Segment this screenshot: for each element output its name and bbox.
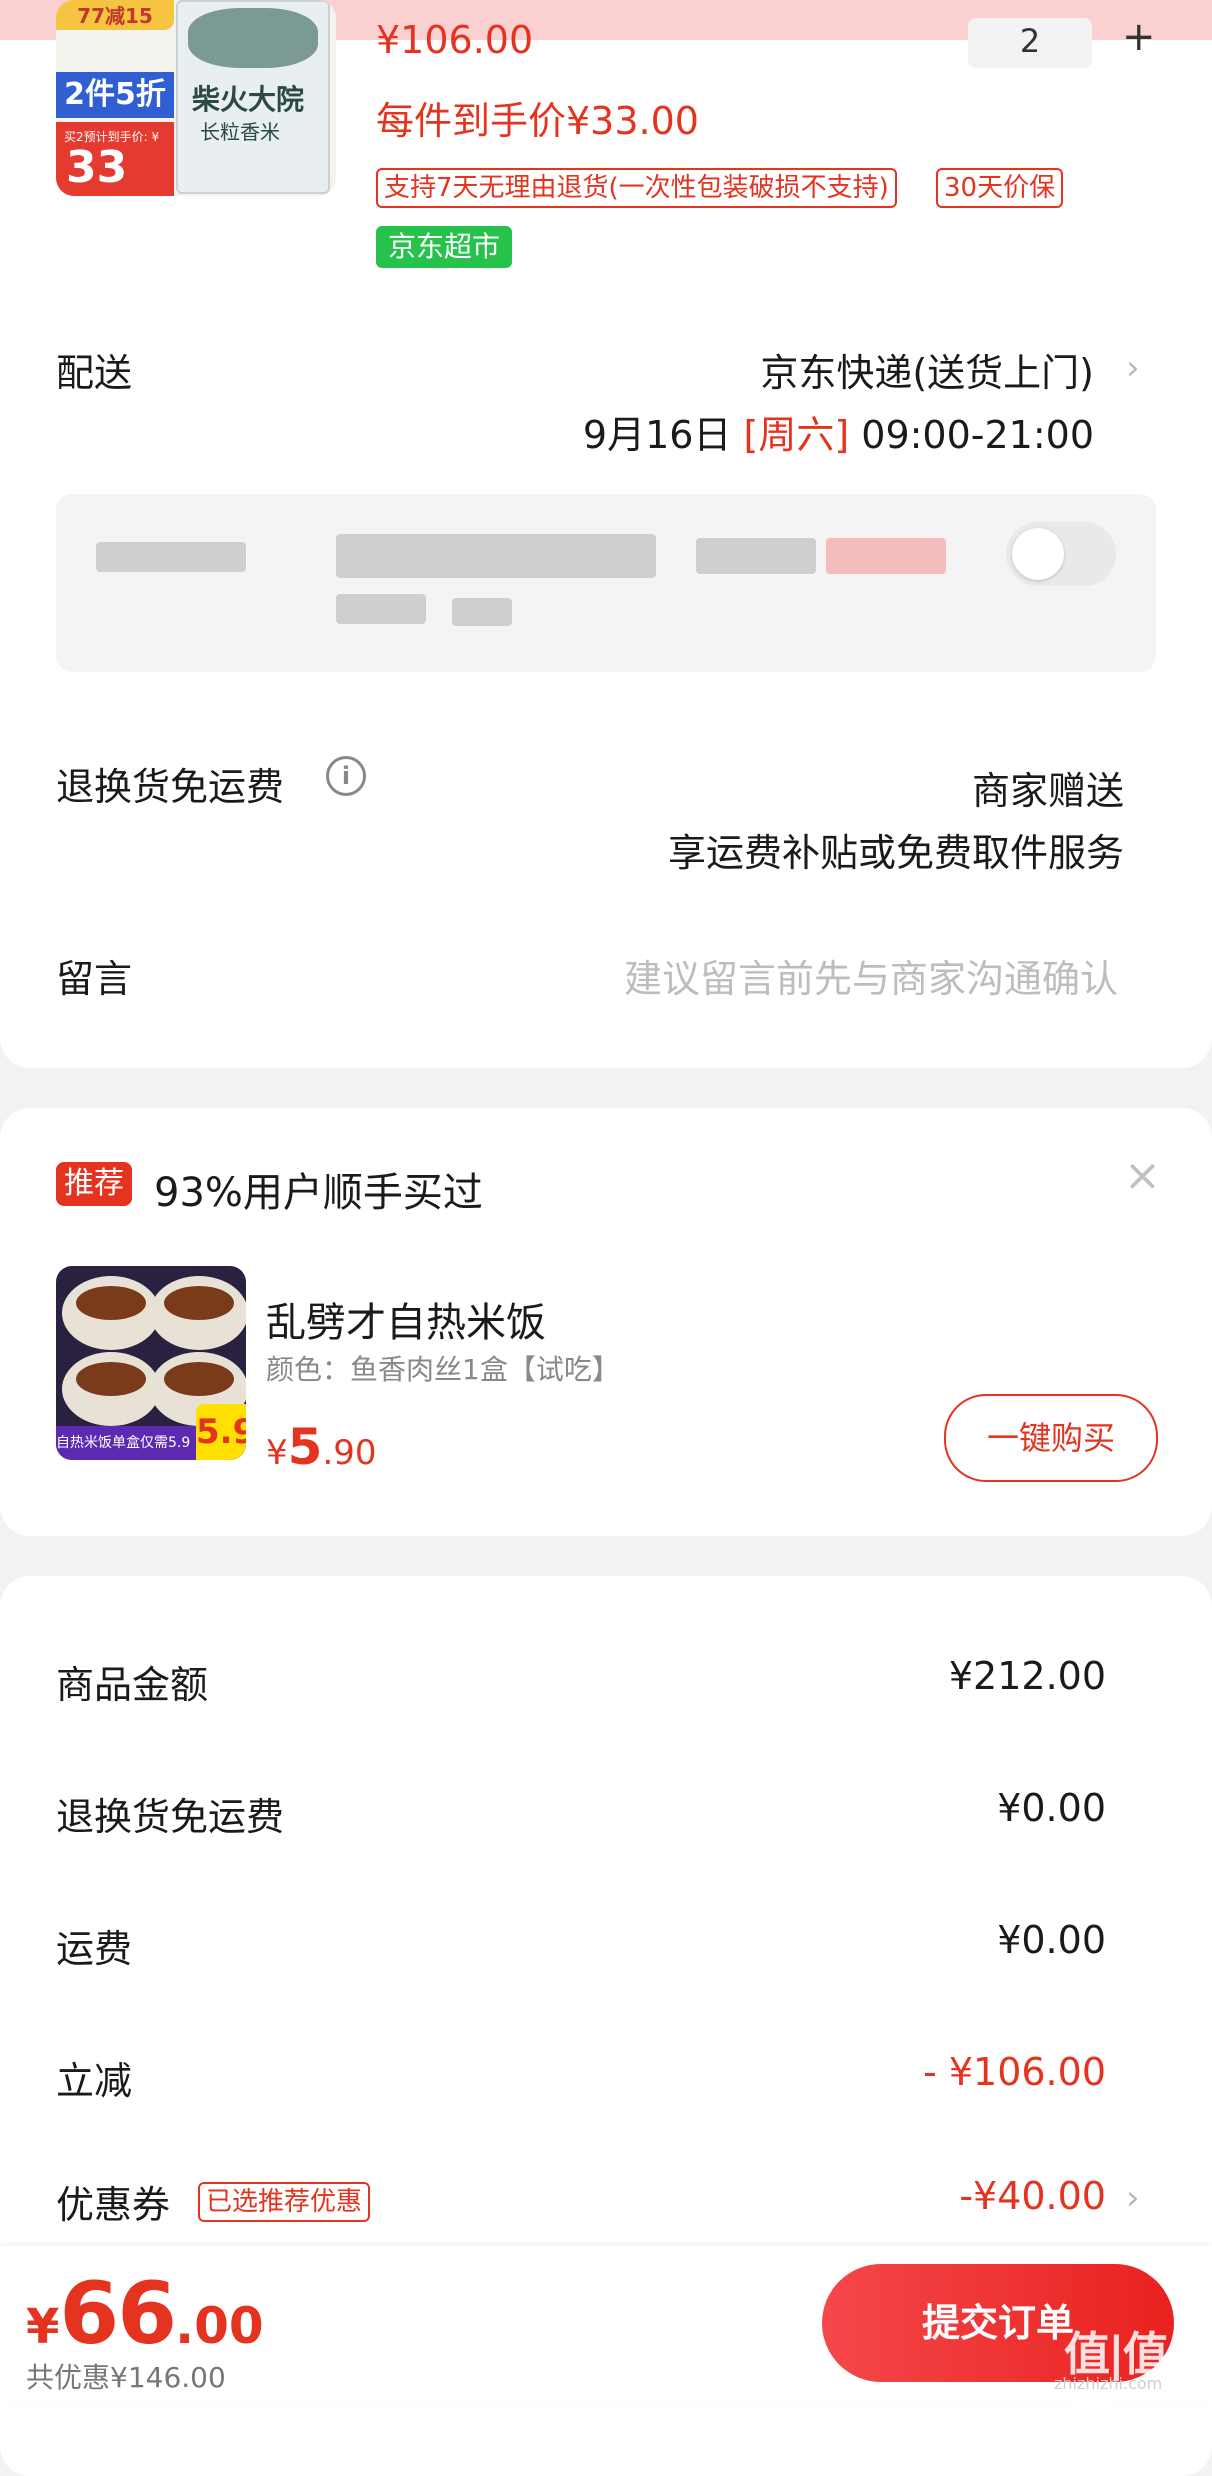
- quantity-value[interactable]: 2: [968, 18, 1092, 68]
- price-symbol: ¥: [266, 1433, 288, 1473]
- coupon-label: 优惠券: [56, 2183, 171, 2227]
- rice-bag-picture: [188, 8, 318, 68]
- goods-amount-label: 商品金额: [56, 1663, 209, 1707]
- price-protect-tag: 30天价保: [936, 168, 1064, 208]
- recommend-product-image[interactable]: 自热米饭单盒仅需5.9 5.9: [56, 1266, 246, 1460]
- delivery-hours: 09:00-21:00: [861, 413, 1094, 457]
- message-label: 留言: [56, 957, 133, 1001]
- recommend-title: 93%用户顺手买过: [154, 1170, 483, 1216]
- discount-row: 立减 - ¥106.00: [56, 2050, 1106, 2110]
- recommend-product-variant: 颜色：鱼香肉丝1盒【试吃】: [266, 1353, 620, 1386]
- price-integer: 5: [287, 1418, 323, 1476]
- product-image[interactable]: 77减15 2件5折 买2预计到手价: ¥ 33 柴火大院 长粒香米: [56, 0, 336, 196]
- goods-amount-value: ¥212.00: [948, 1654, 1106, 1698]
- return-policy-tag: 支持7天无理由退货(一次性包装破损不支持): [376, 168, 897, 208]
- total-decimal: .00: [175, 2297, 264, 2355]
- rice-bag: 柴火大院 长粒香米: [176, 0, 330, 194]
- chevron-right-icon[interactable]: ›: [1126, 348, 1140, 388]
- shipping-fee-label: 运费: [56, 1927, 133, 1971]
- price-decimal: .90: [322, 1433, 377, 1473]
- address-toggle[interactable]: [1006, 522, 1116, 586]
- watermark-site: zhizhizhi.com: [1054, 2374, 1163, 2393]
- delivery-time[interactable]: 9月16日 [周六] 09:00-21:00: [583, 404, 1094, 459]
- recommend-price: ¥5.90: [266, 1418, 377, 1476]
- shipping-fee-value: ¥0.00: [997, 1918, 1106, 1962]
- rice-brand: 柴火大院: [192, 83, 305, 116]
- address-blurred[interactable]: [56, 494, 1156, 672]
- product-badge-discount: 2件5折: [56, 72, 174, 118]
- toggle-knob: [1012, 528, 1064, 580]
- return-shipping-label: 退换货免运费: [56, 765, 285, 809]
- return-shipping-value: 商家赠送: [971, 769, 1124, 813]
- total-symbol: ¥: [26, 2299, 60, 2355]
- message-input[interactable]: 建议留言前先与商家沟通确认: [624, 948, 1118, 1003]
- return-shipping-desc: 享运费补贴或免费取件服务: [667, 831, 1124, 875]
- recommend-badge: 推荐: [56, 1162, 132, 1206]
- info-icon[interactable]: i: [326, 756, 366, 796]
- discount-label: 立减: [56, 2059, 133, 2103]
- goods-amount-row: 商品金额 ¥212.00: [56, 1654, 1106, 1714]
- product-badge-top: 77减15: [56, 0, 174, 30]
- chevron-right-icon[interactable]: ›: [1126, 2178, 1140, 2218]
- recommend-image-price: 5.9: [196, 1404, 246, 1460]
- product-price: ¥106.00: [376, 18, 534, 62]
- shipping-fee-row: 运费 ¥0.00: [56, 1918, 1106, 1978]
- delivery-method[interactable]: 京东快递(送货上门): [760, 342, 1094, 397]
- one-click-buy-button[interactable]: 一键购买: [944, 1394, 1158, 1482]
- product-badge-price-value: 33: [66, 142, 128, 193]
- delivery-date: 9月16日: [582, 413, 732, 457]
- coupon-tag: 已选推荐优惠: [198, 2182, 371, 2222]
- per-item-price: 每件到手价¥33.00: [376, 99, 699, 143]
- return-fee-value: ¥0.00: [997, 1786, 1106, 1830]
- return-fee-row: 退换货免运费 ¥0.00: [56, 1786, 1106, 1846]
- close-icon[interactable]: ×: [1124, 1150, 1161, 1201]
- total-integer: 66: [59, 2264, 177, 2364]
- recommend-product-name[interactable]: 乱劈才自热米饭: [266, 1290, 546, 1348]
- store-tag: 京东超市: [376, 226, 513, 268]
- rice-subtitle: 长粒香米: [200, 120, 280, 144]
- total-saved: 共优惠¥146.00: [26, 2361, 226, 2394]
- total-price: ¥66.00: [26, 2264, 264, 2364]
- return-fee-label: 退换货免运费: [56, 1795, 285, 1839]
- product-badge-price: 买2预计到手价: ¥ 33: [56, 122, 174, 196]
- discount-value: - ¥106.00: [923, 2050, 1106, 2094]
- plus-icon[interactable]: +: [1122, 14, 1156, 60]
- coupon-value: -¥40.00: [959, 2174, 1106, 2218]
- delivery-weekday: [周六]: [743, 413, 850, 457]
- delivery-label: 配送: [56, 351, 133, 395]
